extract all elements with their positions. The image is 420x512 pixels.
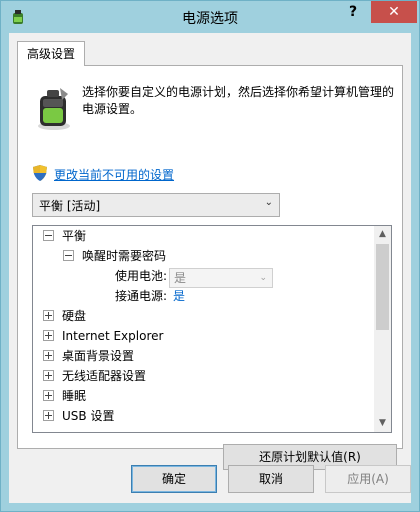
scrollbar-thumb[interactable] — [376, 244, 389, 330]
power-plan-selected-value: 平衡 [活动] — [39, 199, 101, 213]
expand-icon[interactable] — [43, 350, 54, 361]
description-text: 选择你要自定义的电源计划，然后选择你希望计算机管理的电源设置。 — [82, 85, 395, 116]
tree-node-wake-password[interactable]: 唤醒时需要密码 — [63, 246, 166, 266]
tree-node-usb-settings[interactable]: USB 设置 — [43, 406, 114, 426]
tree-row-on-battery: 使用电池: 是 ⌄ — [115, 266, 355, 288]
tree-node-sleep[interactable]: 睡眠 — [43, 386, 86, 406]
title-bar[interactable]: 电源选项 ? ✕ — [1, 1, 419, 33]
chevron-down-icon: ⌄ — [264, 197, 273, 208]
on-battery-label: 使用电池: — [115, 269, 168, 283]
tree-node-label: USB 设置 — [62, 409, 115, 423]
ok-button[interactable]: 确定 — [131, 465, 217, 493]
tree-node-label: 桌面背景设置 — [62, 349, 135, 363]
tab-advanced-settings[interactable]: 高级设置 — [17, 41, 85, 66]
cancel-button[interactable]: 取消 — [228, 465, 314, 493]
tree-scrollbar[interactable]: ▲ ▼ — [374, 226, 391, 432]
plugged-in-value[interactable]: 是 — [173, 286, 185, 306]
expand-icon[interactable] — [43, 370, 54, 381]
tree-node-wireless-adapter[interactable]: 无线适配器设置 — [43, 366, 146, 386]
plugged-in-label: 接通电源: — [115, 289, 168, 303]
dialog-client-area: 高级设置 选择你要自定义的电源计划，然后选择你希望计算机管理的电源设置。 更改当… — [9, 33, 411, 503]
expand-icon[interactable] — [43, 390, 54, 401]
settings-tree[interactable]: 平衡 唤醒时需要密码 使用电池: 是 ⌄ 接通电源: 是 硬盘 Internet… — [32, 225, 392, 433]
close-button[interactable]: ✕ — [371, 1, 417, 23]
scroll-up-icon[interactable]: ▲ — [374, 226, 391, 243]
tree-node-hard-disk[interactable]: 硬盘 — [43, 306, 86, 326]
tree-node-label: 平衡 — [62, 229, 87, 243]
tree-node-label: 睡眠 — [62, 389, 87, 403]
change-settings-link-label[interactable]: 更改当前不可用的设置 — [54, 166, 174, 183]
tree-node-label: Internet Explorer — [62, 329, 164, 343]
on-battery-value: 是 — [174, 271, 187, 285]
expand-icon[interactable] — [43, 310, 54, 321]
battery-plan-icon — [38, 88, 70, 130]
tree-row-plugged-in: 接通电源: 是 — [115, 286, 355, 306]
on-battery-dropdown[interactable]: 是 ⌄ — [169, 268, 273, 288]
chevron-down-icon: ⌄ — [259, 273, 267, 283]
help-button[interactable]: ? — [331, 1, 375, 23]
tree-node-label: 唤醒时需要密码 — [82, 249, 167, 263]
tree-node-desktop-background[interactable]: 桌面背景设置 — [43, 346, 134, 366]
tree-node-balanced[interactable]: 平衡 — [43, 226, 86, 246]
tree-node-label: 无线适配器设置 — [62, 369, 147, 383]
scroll-down-icon[interactable]: ▼ — [374, 415, 391, 432]
expand-icon[interactable] — [43, 330, 54, 341]
tree-node-internet-explorer[interactable]: Internet Explorer — [43, 326, 163, 346]
advanced-settings-panel: 选择你要自定义的电源计划，然后选择你希望计算机管理的电源设置。 更改当前不可用的… — [17, 65, 403, 470]
apply-button[interactable]: 应用(A) — [325, 465, 411, 493]
collapse-icon[interactable] — [43, 230, 54, 241]
power-options-window: 电源选项 ? ✕ 高级设置 选择你要自定义的电源计划，然后选择你希望计算机管理的… — [0, 0, 420, 512]
expand-icon[interactable] — [43, 410, 54, 421]
power-plan-dropdown[interactable]: 平衡 [活动] ⌄ — [32, 193, 280, 217]
uac-shield-icon — [33, 165, 47, 181]
tree-node-label: 硬盘 — [62, 309, 87, 323]
collapse-icon[interactable] — [63, 250, 74, 261]
